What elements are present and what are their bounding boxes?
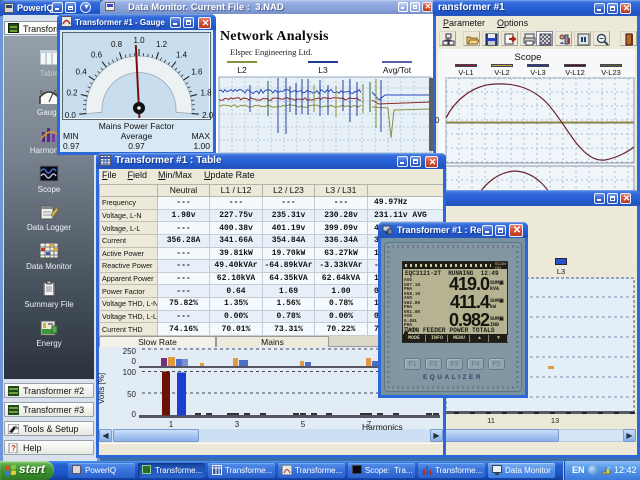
- svg-text:1.6: 1.6: [191, 67, 203, 76]
- svg-text:1.4: 1.4: [176, 51, 188, 60]
- svg-text:1.8: 1.8: [200, 88, 212, 97]
- svg-text:0.4: 0.4: [76, 67, 88, 76]
- svg-text:0.0: 0.0: [65, 111, 77, 120]
- svg-text:0.8: 0.8: [111, 40, 123, 49]
- svg-text:1.0: 1.0: [133, 36, 145, 45]
- svg-text:0.2: 0.2: [66, 88, 78, 97]
- svg-text:1.2: 1.2: [156, 40, 168, 49]
- svg-text:?: ?: [11, 444, 16, 453]
- svg-text:0: 0: [40, 90, 43, 96]
- svg-text:0.6: 0.6: [91, 51, 103, 60]
- svg-text:2.0: 2.0: [202, 111, 214, 120]
